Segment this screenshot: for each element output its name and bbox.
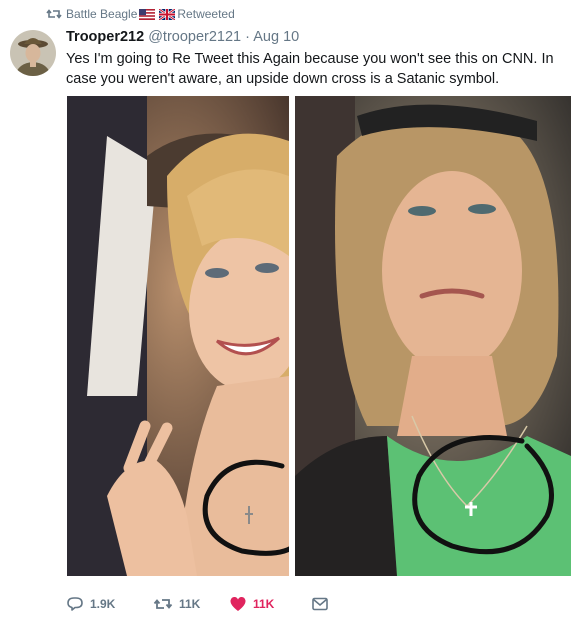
user-handle[interactable]: @trooper2121 <box>148 29 241 45</box>
message-icon <box>311 595 329 613</box>
tweet-media[interactable] <box>67 96 571 576</box>
reply-button[interactable]: 1.9K <box>66 595 153 613</box>
like-count: 11K <box>253 597 275 611</box>
reply-count: 1.9K <box>90 597 116 611</box>
retweeted-label: Retweeted <box>177 7 235 21</box>
reply-icon <box>66 595 84 613</box>
retweet-count: 11K <box>179 597 201 611</box>
media-photos <box>67 96 571 576</box>
retweet-banner: Battle Beagle Retweeted <box>46 6 235 22</box>
us-flag-icon <box>139 8 156 20</box>
like-button[interactable]: 11K <box>229 595 311 613</box>
right-photo <box>295 96 571 576</box>
tweet-date[interactable]: Aug 10 <box>253 29 299 45</box>
direct-message-button[interactable] <box>311 595 341 613</box>
tweet-text: Yes I'm going to Re Tweet this Again bec… <box>66 51 554 87</box>
retweet-icon <box>46 6 62 22</box>
avatar[interactable] <box>10 30 56 76</box>
heart-icon <box>229 595 247 613</box>
retweet-icon <box>153 595 173 613</box>
retweet-button[interactable]: 11K <box>153 595 229 613</box>
photo-divider <box>289 96 295 576</box>
retweeter-name[interactable]: Battle Beagle <box>66 7 137 21</box>
uk-flag-icon <box>158 7 177 21</box>
tweet-actions: 1.9K 11K 11K <box>66 592 341 616</box>
tweet-header: Trooper212 @trooper2121 · Aug 10 <box>66 29 299 45</box>
separator-dot: · <box>245 29 250 45</box>
tweet[interactable]: Battle Beagle Retweeted Trooper212 @troo… <box>0 0 571 619</box>
display-name[interactable]: Trooper212 <box>66 29 144 45</box>
left-photo <box>67 96 305 576</box>
